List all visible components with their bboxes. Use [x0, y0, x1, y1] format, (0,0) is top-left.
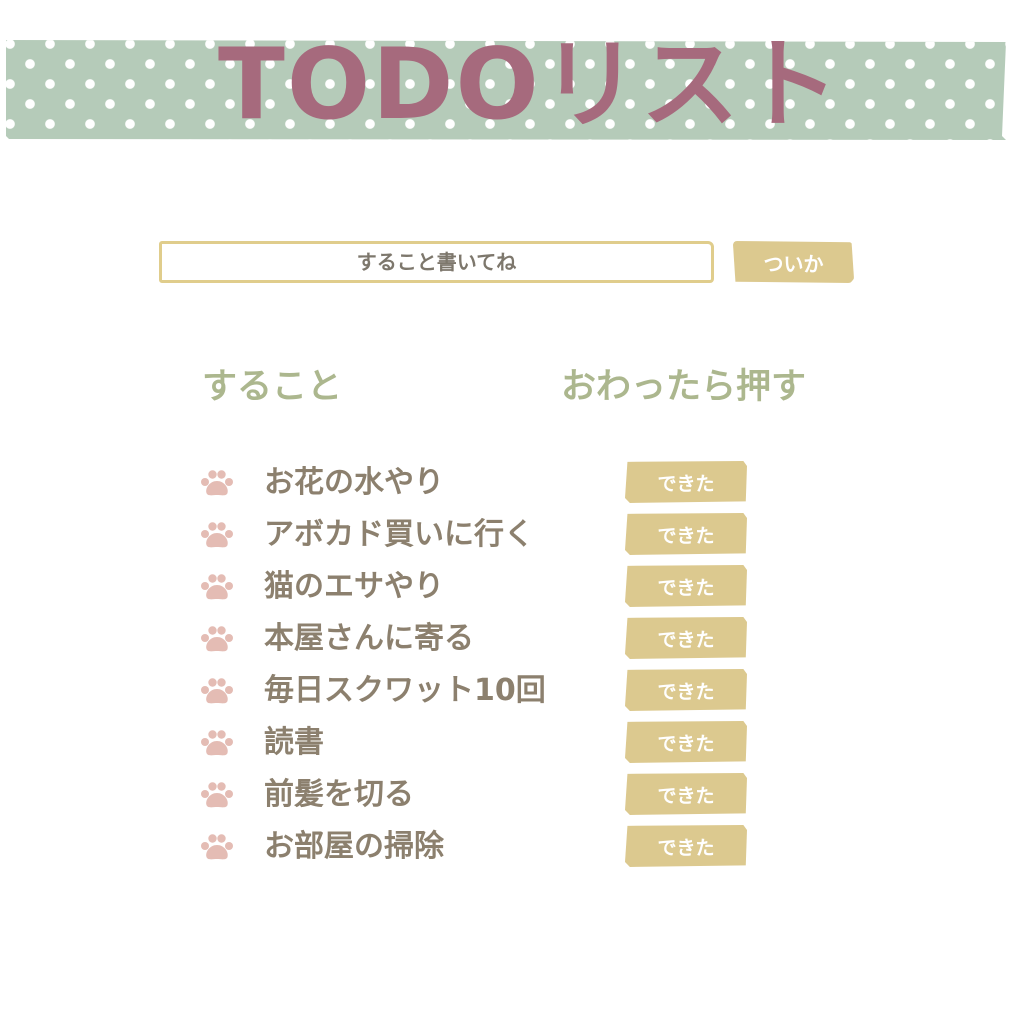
done-button[interactable]: できた — [625, 565, 747, 607]
done-button[interactable]: できた — [625, 513, 747, 555]
done-column-heading: おわったら押す — [561, 367, 807, 407]
done-button[interactable]: できた — [625, 617, 747, 659]
todo-column-heading: すること — [202, 367, 343, 407]
todo-item: 前髪を切る できた — [198, 769, 758, 821]
todo-item: お部屋の掃除 できた — [198, 821, 758, 873]
todo-item-text: お部屋の掃除 — [264, 829, 444, 864]
done-button[interactable]: できた — [625, 669, 747, 711]
paw-icon — [201, 678, 233, 704]
todo-item-text: お花の水やり — [264, 465, 444, 500]
todo-input[interactable] — [159, 241, 714, 283]
todo-list: お花の水やり できた アボカド買いに行く できた 猫のエサやり できた 本屋さん… — [198, 457, 758, 873]
todo-item-text: 読書 — [264, 725, 324, 760]
done-button[interactable]: できた — [625, 825, 747, 867]
page-title: TODOリスト — [218, 28, 841, 142]
paw-icon — [201, 626, 233, 652]
paw-icon — [201, 834, 233, 860]
done-button[interactable]: できた — [625, 721, 747, 763]
paw-icon — [201, 522, 233, 548]
done-button[interactable]: できた — [625, 773, 747, 815]
todo-item-text: アボカド買いに行く — [264, 517, 534, 552]
add-button[interactable]: ついか — [733, 241, 854, 283]
paw-icon — [201, 574, 233, 600]
paw-icon — [201, 730, 233, 756]
todo-item: お花の水やり できた — [198, 457, 758, 509]
todo-item-text: 本屋さんに寄る — [264, 621, 474, 656]
todo-item: アボカド買いに行く できた — [198, 509, 758, 561]
paw-icon — [201, 782, 233, 808]
paw-icon — [201, 470, 233, 496]
done-button[interactable]: できた — [625, 461, 747, 503]
todo-item-text: 猫のエサやり — [264, 569, 444, 604]
todo-item-text: 毎日スクワット10回 — [264, 673, 546, 708]
todo-item-text: 前髪を切る — [264, 777, 414, 812]
todo-item: 猫のエサやり できた — [198, 561, 758, 613]
todo-item: 毎日スクワット10回 できた — [198, 665, 758, 717]
todo-item: 本屋さんに寄る できた — [198, 613, 758, 665]
todo-item: 読書 できた — [198, 717, 758, 769]
